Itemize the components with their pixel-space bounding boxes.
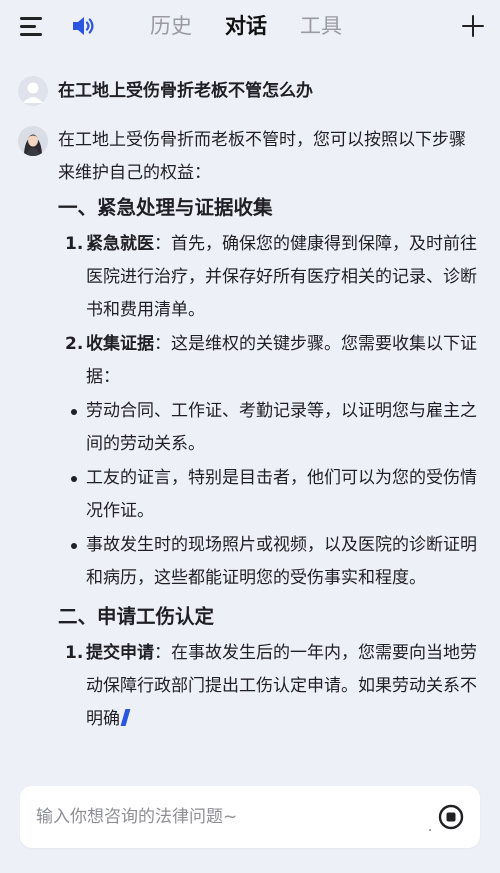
top-bar: 历史 对话 工具 — [0, 0, 500, 52]
bullet-dot — [71, 409, 77, 415]
bullet-item: 事故发生时的现场照片或视频，以及医院的诊断证明和病历，这些都能证明您的受伤事实和… — [58, 529, 478, 595]
tab-tools[interactable]: 工具 — [300, 8, 342, 44]
bullet-text: 工友的证言，特别是目击者，他们可以为您的受伤情况作证。 — [86, 468, 477, 521]
user-message: 在工地上受伤骨折老板不管怎么办 — [18, 74, 488, 108]
list-number: 1. — [65, 234, 84, 254]
bullet-item: 劳动合同、工作证、考勤记录等，以证明您与雇主之间的劳动关系。 — [58, 395, 478, 461]
answer-intro: 在工地上受伤骨折而老板不管时，您可以按照以下步骤来维护自己的权益： — [58, 130, 466, 183]
plus-icon[interactable] — [462, 15, 484, 37]
stop-icon[interactable] — [438, 804, 464, 830]
user-placeholder-icon — [23, 82, 43, 103]
tab-chat[interactable]: 对话 — [225, 8, 267, 44]
section-heading: 二、申请工伤认定 — [58, 605, 215, 628]
assistant-portrait-icon — [18, 126, 48, 156]
list-number: 2. — [65, 334, 84, 354]
bullet-item: 工友的证言，特别是目击者，他们可以为您的受伤情况作证。 — [58, 462, 478, 528]
indicator-dot — [429, 829, 431, 831]
user-question-text: 在工地上受伤骨折老板不管怎么办 — [58, 81, 313, 101]
speaker-icon[interactable] — [70, 14, 96, 38]
item-title: 收集证据 — [86, 334, 154, 354]
typing-cursor — [120, 709, 131, 726]
bullet-dot — [71, 476, 77, 482]
bullet-text: 事故发生时的现场照片或视频，以及医院的诊断证明和病历，这些都能证明您的受伤事实和… — [86, 535, 477, 588]
section-heading: 一、紧急处理与证据收集 — [58, 196, 273, 219]
assistant-answer: 在工地上受伤骨折而老板不管时，您可以按照以下步骤来维护自己的权益： 一、紧急处理… — [58, 124, 478, 736]
question-input-bar[interactable]: 输入你想咨询的法律问题~ — [20, 786, 480, 848]
assistant-avatar — [18, 126, 48, 156]
tab-history[interactable]: 历史 — [150, 8, 192, 44]
ordered-list-item: 2. 收集证据：这是维权的关键步骤。您需要收集以下证据： — [58, 328, 478, 394]
item-title: 提交申请 — [86, 643, 154, 663]
bullet-dot — [71, 543, 77, 549]
menu-icon[interactable] — [20, 16, 42, 36]
ordered-list-item: 1. 提交申请：在事故发生后的一年内，您需要向当地劳动保障行政部门提出工伤认定申… — [58, 637, 478, 736]
list-number: 1. — [65, 643, 84, 663]
user-avatar — [18, 76, 48, 106]
item-title: 紧急就医 — [86, 234, 154, 254]
question-input[interactable]: 输入你想咨询的法律问题~ — [36, 786, 237, 848]
bullet-text: 劳动合同、工作证、考勤记录等，以证明您与雇主之间的劳动关系。 — [86, 401, 477, 454]
tab-bar: 历史 对话 工具 — [150, 8, 375, 44]
ordered-list-item: 1. 紧急就医：首先，确保您的健康得到保障，及时前往医院进行治疗，并保存好所有医… — [58, 228, 478, 327]
